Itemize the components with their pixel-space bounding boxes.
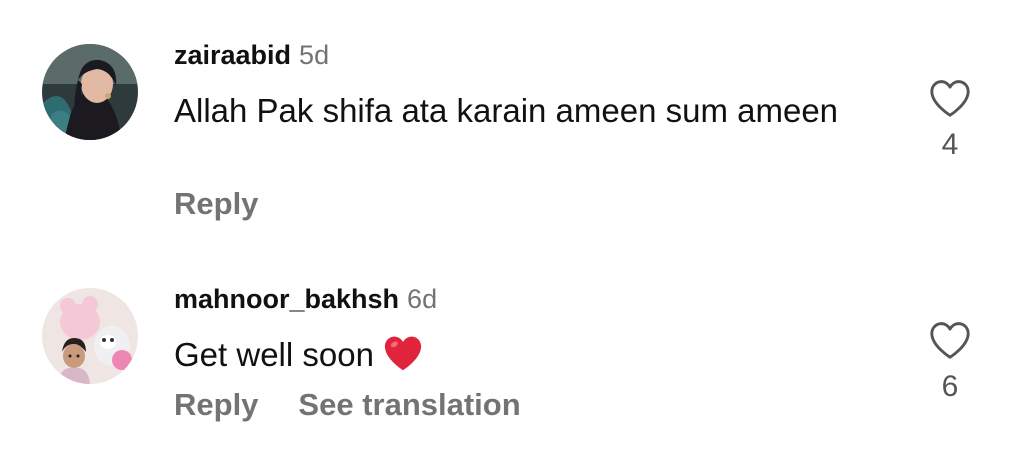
heart-outline-icon[interactable] <box>928 78 972 118</box>
like-button[interactable]: 4 <box>922 78 978 162</box>
comment-meta: mahnoor_bakhsh 6d <box>174 283 437 315</box>
comment-text: Get well soon <box>174 332 854 383</box>
reply-button[interactable]: Reply <box>174 387 258 422</box>
comment-body: Allah Pak shifa ata karain ameen sum ame… <box>174 92 839 129</box>
comment-actions: Reply See translation <box>174 386 521 424</box>
red-heart-emoji-icon <box>382 334 424 383</box>
like-count: 6 <box>941 370 959 403</box>
like-count: 4 <box>941 128 959 161</box>
avatar[interactable] <box>42 44 138 140</box>
comment-actions: Reply <box>174 185 258 223</box>
comment-meta: zairaabid 5d <box>174 39 329 71</box>
timestamp: 5d <box>299 40 330 70</box>
profile-photo-icon <box>42 288 138 384</box>
comment-item: zairaabid 5d Allah Pak shifa ata karain a… <box>0 0 1024 250</box>
reply-button[interactable]: Reply <box>174 186 258 221</box>
heart-outline-icon[interactable] <box>928 320 972 360</box>
profile-photo-icon <box>42 44 138 140</box>
avatar[interactable] <box>42 288 138 384</box>
comment-body: Get well soon <box>174 336 374 373</box>
username[interactable]: zairaabid <box>174 40 291 70</box>
see-translation-button[interactable]: See translation <box>298 387 520 422</box>
like-button[interactable]: 6 <box>922 320 978 404</box>
timestamp: 6d <box>407 284 438 314</box>
username[interactable]: mahnoor_bakhsh <box>174 284 399 314</box>
comment-item: mahnoor_bakhsh 6d Get well soon Reply See … <box>0 250 1024 458</box>
comment-text: Allah Pak shifa ata karain ameen sum ame… <box>174 88 854 133</box>
